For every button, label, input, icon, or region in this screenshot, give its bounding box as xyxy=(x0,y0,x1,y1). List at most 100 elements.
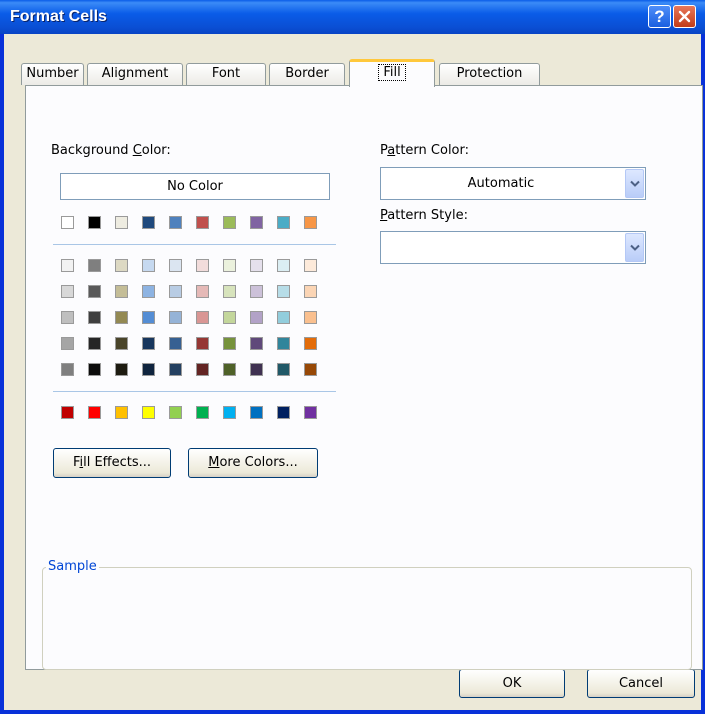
color-swatch[interactable] xyxy=(115,406,128,419)
color-swatch[interactable] xyxy=(250,337,263,350)
color-swatch[interactable] xyxy=(142,285,155,298)
color-swatch[interactable] xyxy=(223,259,236,272)
color-swatch[interactable] xyxy=(142,311,155,324)
color-swatch[interactable] xyxy=(169,406,182,419)
color-swatch[interactable] xyxy=(196,406,209,419)
sample-label: Sample xyxy=(46,559,99,574)
color-swatch[interactable] xyxy=(304,363,317,376)
color-swatch[interactable] xyxy=(142,259,155,272)
color-swatch[interactable] xyxy=(61,406,74,419)
pattern-style-dropdown[interactable] xyxy=(380,231,646,264)
color-swatch[interactable] xyxy=(88,311,101,324)
color-swatch[interactable] xyxy=(115,363,128,376)
color-swatch[interactable] xyxy=(169,363,182,376)
color-swatch[interactable] xyxy=(250,216,263,229)
palette-divider xyxy=(53,244,336,245)
color-swatch[interactable] xyxy=(142,363,155,376)
color-swatch[interactable] xyxy=(142,406,155,419)
chevron-down-icon[interactable] xyxy=(625,233,644,262)
color-swatch[interactable] xyxy=(61,337,74,350)
title-bar[interactable]: Format Cells ? xyxy=(0,0,705,34)
color-swatch[interactable] xyxy=(223,363,236,376)
more-colors-button[interactable]: More Colors... xyxy=(188,448,318,478)
color-swatch[interactable] xyxy=(88,259,101,272)
tab-number[interactable]: Number xyxy=(21,63,84,85)
color-swatch[interactable] xyxy=(304,337,317,350)
no-color-button[interactable]: No Color xyxy=(60,173,330,200)
palette-divider xyxy=(53,391,336,392)
color-swatch[interactable] xyxy=(250,311,263,324)
color-swatch[interactable] xyxy=(250,363,263,376)
color-swatch[interactable] xyxy=(277,406,290,419)
color-swatch[interactable] xyxy=(115,311,128,324)
close-button[interactable] xyxy=(673,5,696,28)
sample-group xyxy=(42,567,692,670)
color-swatch[interactable] xyxy=(304,216,317,229)
color-swatch[interactable] xyxy=(115,285,128,298)
color-swatch[interactable] xyxy=(115,259,128,272)
color-swatch[interactable] xyxy=(196,259,209,272)
color-swatch[interactable] xyxy=(304,311,317,324)
color-swatch[interactable] xyxy=(250,285,263,298)
tab-border[interactable]: Border xyxy=(269,63,345,85)
color-swatch[interactable] xyxy=(142,216,155,229)
color-swatch[interactable] xyxy=(88,363,101,376)
color-swatch[interactable] xyxy=(196,311,209,324)
color-swatch[interactable] xyxy=(277,216,290,229)
color-swatch[interactable] xyxy=(277,363,290,376)
color-swatch[interactable] xyxy=(88,406,101,419)
cancel-button[interactable]: Cancel xyxy=(587,669,695,698)
fill-effects-button[interactable]: Fill Effects... xyxy=(53,448,171,478)
color-swatch[interactable] xyxy=(223,337,236,350)
color-swatch[interactable] xyxy=(196,285,209,298)
color-swatch[interactable] xyxy=(61,285,74,298)
close-icon xyxy=(678,10,691,23)
color-swatch[interactable] xyxy=(277,259,290,272)
color-swatch[interactable] xyxy=(61,363,74,376)
color-swatch[interactable] xyxy=(196,363,209,376)
color-swatch[interactable] xyxy=(169,285,182,298)
color-swatch[interactable] xyxy=(88,285,101,298)
color-swatch[interactable] xyxy=(277,337,290,350)
color-swatch[interactable] xyxy=(277,311,290,324)
color-swatch[interactable] xyxy=(88,216,101,229)
pattern-style-label: Pattern Style: xyxy=(380,208,468,223)
chevron-down-icon[interactable] xyxy=(625,169,644,198)
color-swatch[interactable] xyxy=(142,337,155,350)
tab-label: Number xyxy=(26,66,79,81)
tab-label: Border xyxy=(285,66,329,81)
color-swatch[interactable] xyxy=(223,406,236,419)
tab-protection[interactable]: Protection xyxy=(439,63,540,85)
color-swatch[interactable] xyxy=(169,259,182,272)
ok-button[interactable]: OK xyxy=(459,669,565,698)
dialog-title: Format Cells xyxy=(10,8,107,25)
pattern-color-label: Pattern Color: xyxy=(380,143,470,158)
color-swatch[interactable] xyxy=(169,311,182,324)
color-swatch[interactable] xyxy=(223,311,236,324)
format-cells-dialog: Format Cells ? Number Alignment Font Bor… xyxy=(0,0,705,714)
color-swatch[interactable] xyxy=(196,337,209,350)
color-swatch[interactable] xyxy=(88,337,101,350)
pattern-color-dropdown[interactable]: Automatic xyxy=(380,167,646,200)
tab-fill[interactable]: Fill xyxy=(349,59,435,87)
color-swatch[interactable] xyxy=(304,285,317,298)
color-swatch[interactable] xyxy=(61,311,74,324)
color-swatch[interactable] xyxy=(61,216,74,229)
color-swatch[interactable] xyxy=(223,285,236,298)
color-swatch[interactable] xyxy=(115,337,128,350)
color-swatch[interactable] xyxy=(61,259,74,272)
tab-label: Protection xyxy=(456,66,523,81)
color-swatch[interactable] xyxy=(169,216,182,229)
tab-alignment[interactable]: Alignment xyxy=(87,63,183,85)
color-swatch[interactable] xyxy=(115,216,128,229)
color-swatch[interactable] xyxy=(196,216,209,229)
color-swatch[interactable] xyxy=(304,259,317,272)
tab-font[interactable]: Font xyxy=(186,63,266,85)
color-swatch[interactable] xyxy=(304,406,317,419)
color-swatch[interactable] xyxy=(169,337,182,350)
color-swatch[interactable] xyxy=(250,406,263,419)
color-swatch[interactable] xyxy=(277,285,290,298)
help-button[interactable]: ? xyxy=(648,5,671,28)
color-swatch[interactable] xyxy=(223,216,236,229)
color-swatch[interactable] xyxy=(250,259,263,272)
